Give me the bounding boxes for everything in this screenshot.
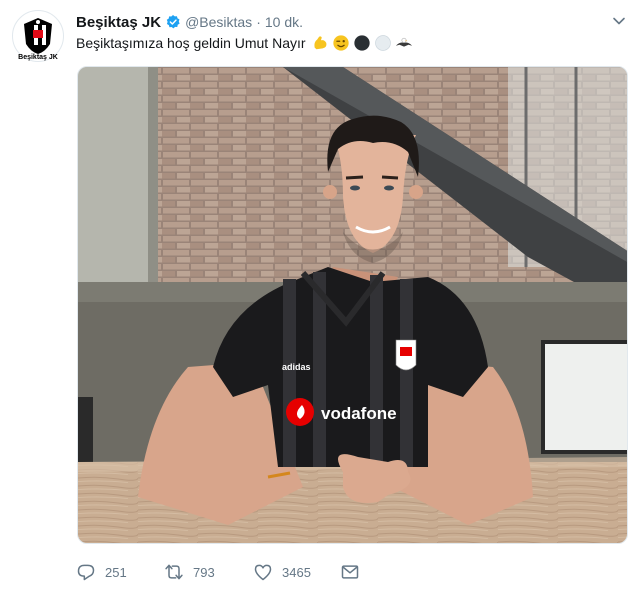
like-count: 3465: [282, 564, 311, 580]
chevron-down-icon[interactable]: [612, 14, 626, 28]
tweet-header: Beşiktaş JK @Besiktas · 10 dk.: [76, 12, 303, 32]
direct-message-action[interactable]: [340, 562, 360, 582]
tweet-card: Beşiktaş JK Beşiktaş JK @Besiktas · 10 d…: [0, 0, 640, 593]
white-circle-icon: [374, 35, 391, 51]
tweet-text: Beşiktaşımıza hoş geldin Umut Nayır: [76, 34, 413, 52]
black-circle-icon: [353, 35, 370, 51]
flexed-biceps-icon: [313, 36, 326, 50]
jersey-brand-text: adidas: [282, 362, 311, 372]
player-photo: vodafone adidas: [78, 67, 627, 543]
reply-count: 251: [105, 564, 127, 580]
envelope-icon: [341, 565, 359, 579]
author-name[interactable]: Beşiktaş JK: [76, 14, 161, 31]
verified-badge-icon: [166, 15, 180, 29]
like-action[interactable]: 3465: [253, 562, 311, 582]
reply-icon: [77, 564, 95, 581]
reply-action[interactable]: 251: [76, 562, 127, 582]
retweet-action[interactable]: 793: [164, 562, 215, 582]
retweet-count: 793: [193, 564, 215, 580]
tweet-timestamp[interactable]: 10 dk.: [265, 14, 303, 30]
heart-icon: [254, 564, 272, 581]
jersey-sponsor-text: vodafone: [321, 404, 397, 423]
emoji-group: [311, 34, 413, 52]
retweet-icon: [165, 564, 183, 580]
header-separator: ·: [256, 14, 261, 30]
author-handle[interactable]: @Besiktas: [185, 14, 252, 30]
winking-face-icon: [332, 35, 349, 51]
tweet-photo[interactable]: vodafone adidas: [77, 66, 628, 544]
besiktas-logo-icon: [24, 18, 52, 54]
avatar-caption: Beşiktaş JK: [18, 54, 58, 61]
tweet-text-content: Beşiktaşımıza hoş geldin Umut Nayır: [76, 35, 306, 51]
eagle-icon: [395, 37, 412, 47]
